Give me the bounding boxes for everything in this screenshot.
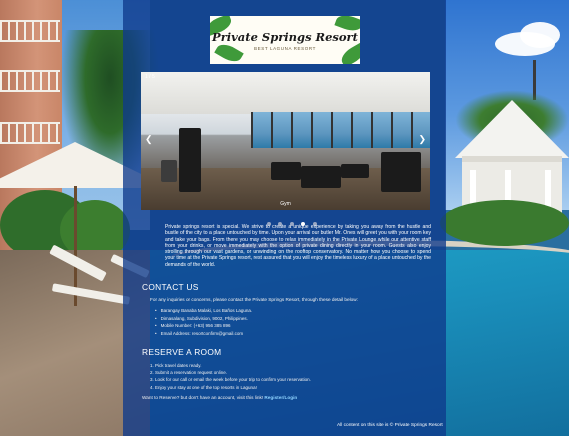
reserve-step: 2. Submit a reservation request online.: [150, 370, 228, 376]
balcony-rail: [0, 20, 60, 42]
contact-intro: For any inquiries or concerns, please co…: [150, 297, 358, 302]
contact-phone: Mobile Number: (+63) 956 385 896: [155, 322, 395, 330]
gym-window: [251, 112, 271, 148]
weight-machine: [179, 128, 201, 192]
treadmill: [341, 164, 369, 178]
image-slider[interactable]: 1 / 5 ❮ ❯ Gym: [141, 72, 430, 210]
gym-window: [291, 112, 311, 148]
contact-list: Barangay Banaba Malaki, Los Baños Laguna…: [150, 307, 395, 337]
balcony-rail: [0, 122, 60, 144]
gym-window: [351, 112, 371, 148]
elliptical: [271, 162, 301, 180]
footer-copyright: All content on this site is © Private Sp…: [337, 423, 443, 428]
gym-window: [391, 112, 411, 148]
reserve-step: 3. Look for our call or email the week b…: [150, 377, 311, 383]
register-login-link[interactable]: Register/Login: [264, 395, 297, 400]
logo-tagline: BEST LAGUNA RESORT: [254, 46, 316, 51]
intro-paragraph: Private springs resort is special. We st…: [165, 224, 431, 268]
gym-window: [371, 112, 391, 148]
contact-address-line-2: Dimasalang, Subdivision, 9002, Philippin…: [155, 315, 395, 323]
gym-ceiling: [141, 72, 430, 114]
gym-window: [271, 112, 291, 148]
reserve-step: 1. Pick travel dates ready.: [150, 363, 202, 368]
reserve-heading: RESERVE A ROOM: [142, 347, 222, 357]
reserve-steps: 1. Pick travel dates ready. 2. Submit a …: [150, 362, 410, 391]
chevron-left-icon[interactable]: ❮: [145, 134, 153, 145]
gym-window: [331, 112, 351, 148]
bench: [161, 160, 177, 182]
contact-address: Barangay Banaba Malaki, Los Baños Laguna…: [155, 307, 395, 315]
reserve-cta: Want to Reserve? but don't have an accou…: [142, 395, 432, 401]
slide-caption: Gym: [280, 201, 291, 207]
cloud: [520, 22, 560, 48]
shrub: [440, 200, 569, 246]
contact-heading: CONTACT US: [142, 282, 199, 292]
gym-window: [311, 112, 331, 148]
slide-counter: 1 / 5: [145, 74, 155, 80]
reserve-step: 4. Enjoy your stay at one of the top res…: [150, 384, 257, 390]
logo-title: Private Springs Resort: [212, 30, 358, 44]
elliptical: [301, 166, 341, 188]
resort-logo[interactable]: Private Springs Resort BEST LAGUNA RESOR…: [210, 16, 360, 64]
chevron-right-icon[interactable]: ❯: [418, 134, 426, 145]
contact-email: Email Address: resortconfirm@gmail.com: [155, 330, 395, 338]
reserve-cta-text: Want to Reserve? but don't have an accou…: [142, 395, 264, 400]
treadmill: [381, 152, 421, 192]
balcony-rail: [0, 70, 60, 92]
